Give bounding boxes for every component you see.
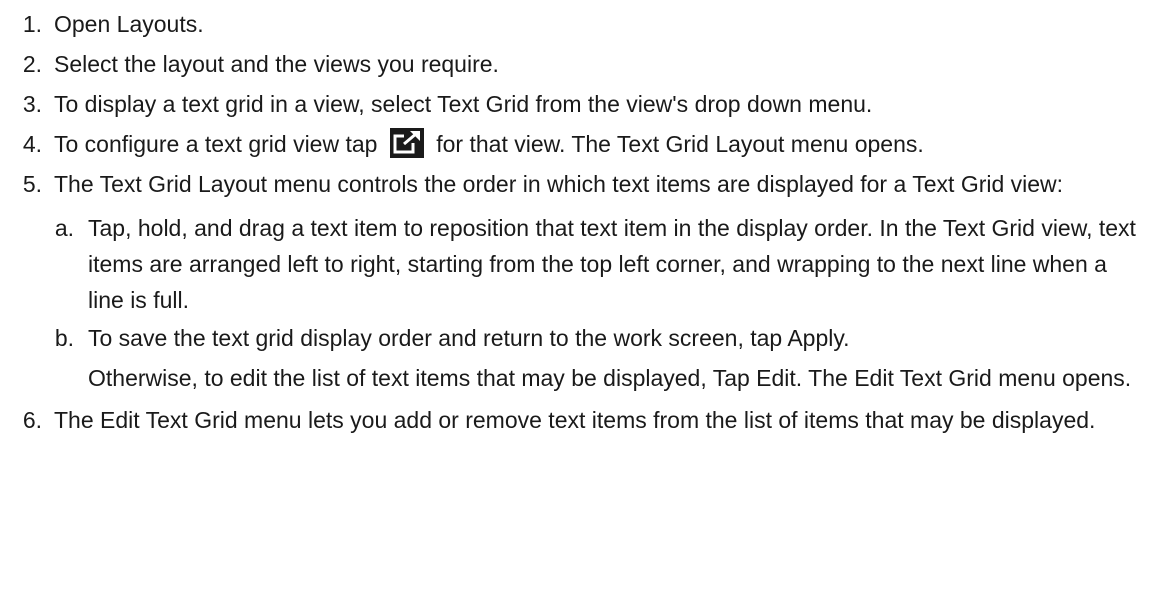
step-text-after: for that view. The Text Grid Layout menu…	[436, 131, 924, 157]
step-text: To display a text grid in a view, select…	[54, 91, 873, 117]
sub-list: a. Tap, hold, and drag a text item to re…	[40, 210, 1150, 396]
instruction-list: 1. Open Layouts. 2. Select the layout an…	[0, 0, 1158, 438]
step-text: The Edit Text Grid menu lets you add or …	[54, 407, 1096, 433]
step-body: The Text Grid Layout menu controls the o…	[54, 166, 1158, 398]
sub-step-text: Tap, hold, and drag a text item to repos…	[88, 215, 1136, 313]
step-number: 1.	[22, 11, 42, 37]
list-item: 6. The Edit Text Grid menu lets you add …	[0, 402, 1158, 438]
step-number: 4.	[22, 131, 42, 157]
sub-step-body: To save the text grid display order and …	[88, 320, 1150, 396]
step-number: 6.	[22, 407, 42, 433]
sub-step-letter: a.	[54, 215, 74, 241]
step-number: 3.	[22, 91, 42, 117]
sub-step-paragraph: Otherwise, to edit the list of text item…	[88, 365, 1132, 391]
step-text-before: To configure a text grid view tap	[54, 131, 378, 157]
step-text: The Text Grid Layout menu controls the o…	[54, 171, 1064, 197]
step-text: Open Layouts.	[54, 11, 204, 37]
step-number: 2.	[22, 51, 42, 77]
list-item: 3. To display a text grid in a view, sel…	[0, 86, 1158, 122]
step-text: Select the layout and the views you requ…	[54, 51, 499, 77]
edit-layout-icon	[389, 127, 424, 158]
list-item: 1. Open Layouts.	[0, 6, 1158, 42]
sub-step-letter: b.	[54, 325, 74, 351]
step-text: To configure a text grid view tap for th…	[54, 126, 1158, 162]
sub-step-text: To save the text grid display order and …	[88, 325, 850, 351]
sub-list-item: a. Tap, hold, and drag a text item to re…	[40, 210, 1150, 318]
list-item: 4. To configure a text grid view tap for…	[0, 126, 1158, 162]
list-item: 5. The Text Grid Layout menu controls th…	[0, 166, 1158, 398]
list-item: 2. Select the layout and the views you r…	[0, 46, 1158, 82]
sub-list-item: b. To save the text grid display order a…	[40, 320, 1150, 396]
